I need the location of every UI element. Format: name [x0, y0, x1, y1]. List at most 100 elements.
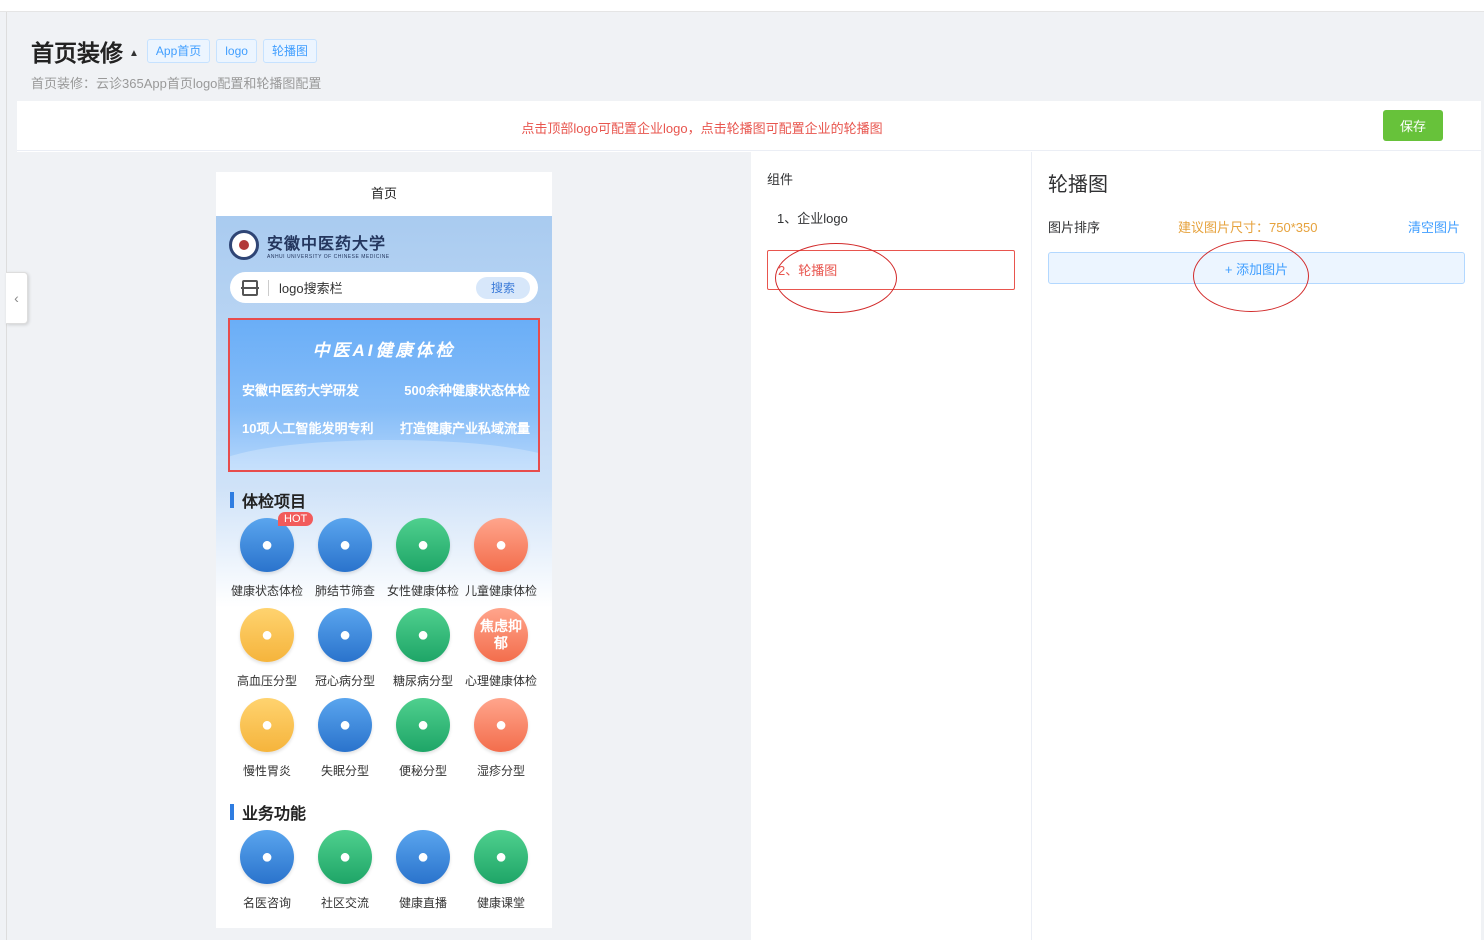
- section-bar: [230, 804, 234, 820]
- grid-item-label: 社区交流: [320, 896, 369, 910]
- grid-item-label: 心理健康体检: [464, 674, 537, 688]
- tag-app-home[interactable]: App首页: [146, 39, 211, 63]
- banner-text: 10项人工智能发明专利: [242, 421, 374, 436]
- business-items-grid: ● 名医咨询 ● 社区交流 ● 健康直播 ● 健康课堂: [228, 826, 540, 916]
- banner-text: 打造健康产业私域流量: [399, 421, 530, 436]
- banner-title: 中医AI健康体检: [312, 341, 456, 360]
- browser-top-strip: [0, 0, 1484, 12]
- settings-panel: 轮播图 图片排序 建议图片尺寸：750*350 清空图片 + 添加图片: [1032, 152, 1481, 940]
- hand-icon: ●: [474, 698, 528, 752]
- grid-item[interactable]: ● 肺结节筛查: [306, 514, 384, 604]
- page-title: 首页装修: [31, 40, 123, 66]
- section-bar: [230, 492, 234, 508]
- components-title: 组件: [767, 172, 794, 187]
- grid-item-label: 女性健康体检: [386, 584, 459, 598]
- grid-item[interactable]: ● 冠心病分型: [306, 604, 384, 694]
- grid-item-label: 健康课堂: [476, 896, 525, 910]
- tag-carousel[interactable]: 轮播图: [262, 39, 317, 63]
- doctor-icon: ●: [240, 830, 294, 884]
- banner-wave-decoration: [230, 440, 538, 470]
- search-divider: [268, 279, 269, 296]
- add-image-button[interactable]: + 添加图片: [1048, 252, 1465, 284]
- phone-preview: 首页 安徽中医药大学 ANHUI UNIVERSITY OF CHINESE M…: [216, 172, 552, 928]
- tag-logo[interactable]: logo: [216, 39, 257, 63]
- search-input[interactable]: logo搜索栏: [279, 278, 476, 297]
- grid-item-label: 便秘分型: [398, 764, 447, 778]
- grid-item-label: 肺结节筛查: [314, 584, 375, 598]
- section-title-text: 体检项目: [242, 494, 307, 511]
- woman-icon: ●: [396, 518, 450, 572]
- grid-item-label: 冠心病分型: [314, 674, 375, 688]
- video-icon: ●: [396, 830, 450, 884]
- grid-item[interactable]: ● 湿疹分型: [462, 694, 540, 784]
- grid-item-label: 健康状态体检: [230, 584, 303, 598]
- grid-item[interactable]: ● 女性健康体检: [384, 514, 462, 604]
- notice-bar: 点击顶部logo可配置企业logo，点击轮播图可配置企业的轮播图 保存: [17, 101, 1481, 151]
- save-button[interactable]: 保存: [1383, 110, 1443, 141]
- grid-item-label: 糖尿病分型: [392, 674, 453, 688]
- editor-panel: 点击顶部logo可配置企业logo，点击轮播图可配置企业的轮播图 保存 首页 安…: [17, 101, 1481, 940]
- grid-item-label: 失眠分型: [320, 764, 369, 778]
- grid-item[interactable]: ● 健康直播: [384, 826, 462, 916]
- blood-drops-icon: ●: [396, 608, 450, 662]
- section-title-text: 业务功能: [242, 806, 307, 823]
- collapse-sidebar-icon[interactable]: ‹: [6, 272, 28, 324]
- clear-images-link[interactable]: 清空图片: [1408, 217, 1460, 236]
- image-sort-label: 图片排序: [1048, 220, 1101, 235]
- banner-text: 500余种健康状态体检: [404, 383, 530, 398]
- page-subtitle: 首页装修：云诊365App首页logo配置和轮播图配置: [31, 76, 322, 91]
- logo-text: 安徽中医药大学: [267, 234, 387, 253]
- sleep-icon: ●: [318, 698, 372, 752]
- image-size-hint: 建议图片尺寸：750*350: [1178, 220, 1318, 235]
- logo-text-block: 安徽中医药大学 ANHUI UNIVERSITY OF CHINESE MEDI…: [267, 230, 390, 260]
- grid-item-label: 名医咨询: [242, 896, 291, 910]
- scan-icon[interactable]: [241, 279, 259, 296]
- component-item-logo[interactable]: 1、企业logo: [767, 199, 1015, 239]
- grid-item[interactable]: ● 健康状态体检 HOT: [228, 512, 314, 604]
- caret-up-icon[interactable]: ▲: [129, 48, 139, 59]
- grid-item[interactable]: ● 便秘分型: [384, 694, 462, 784]
- phone-title: 首页: [216, 172, 552, 216]
- toilet-icon: ●: [396, 698, 450, 752]
- stethoscope-icon: ●: [240, 608, 294, 662]
- health-check-icon: ●: [240, 518, 294, 572]
- grid-item[interactable]: ● 糖尿病分型: [384, 604, 462, 694]
- settings-title: 轮播图: [1048, 174, 1108, 196]
- search-button[interactable]: 搜索: [476, 276, 530, 299]
- banner-line-2: 10项人工智能发明专利 打造健康产业私域流量: [242, 418, 530, 437]
- grid-item[interactable]: ● 失眠分型: [306, 694, 384, 784]
- exam-items-grid: ● 健康状态体检 HOT ● 肺结节筛查 ● 女性健康体检 ● 儿童健康体检 ● 高血压分型 ● 冠心病…: [228, 512, 540, 784]
- grid-item[interactable]: ● 高血压分型: [228, 604, 306, 694]
- phone-body: 安徽中医药大学 ANHUI UNIVERSITY OF CHINESE MEDI…: [216, 216, 552, 928]
- carousel-banner[interactable]: 中医AI健康体检 安徽中医药大学研发 500余种健康状态体检 10项人工智能发明…: [228, 318, 540, 472]
- grid-item[interactable]: ● 慢性胃炎: [228, 694, 306, 784]
- grid-item[interactable]: ● 社区交流: [306, 826, 384, 916]
- anxiety-icon: 焦虑抑郁: [474, 608, 528, 662]
- grid-item-label: 健康直播: [398, 896, 447, 910]
- book-icon: ●: [474, 830, 528, 884]
- university-emblem-icon: [229, 230, 259, 260]
- logo-subtext: ANHUI UNIVERSITY OF CHINESE MEDICINE: [267, 254, 390, 260]
- components-panel: 组件 1、企业logo 2、轮播图: [751, 152, 1032, 940]
- grid-item-label: 高血压分型: [236, 674, 297, 688]
- grid-item-label: 儿童健康体检: [464, 584, 537, 598]
- grid-item[interactable]: 焦虑抑郁心理健康体检: [462, 604, 540, 694]
- search-bar[interactable]: logo搜索栏 搜索: [230, 272, 538, 303]
- grid-item[interactable]: ● 健康课堂: [462, 826, 540, 916]
- section-title-business: 业务功能: [230, 800, 306, 824]
- heart-icon: ●: [318, 608, 372, 662]
- notice-text: 点击顶部logo可配置企业logo，点击轮播图可配置企业的轮播图: [521, 121, 883, 136]
- lungs-icon: ●: [318, 518, 372, 572]
- grid-item[interactable]: ● 名医咨询: [228, 826, 306, 916]
- section-title-exam: 体检项目: [230, 488, 306, 512]
- component-item-carousel[interactable]: 2、轮播图: [767, 250, 1015, 290]
- preview-area: 首页 安徽中医药大学 ANHUI UNIVERSITY OF CHINESE M…: [17, 152, 751, 940]
- company-logo[interactable]: 安徽中医药大学 ANHUI UNIVERSITY OF CHINESE MEDI…: [229, 230, 390, 260]
- child-icon: ●: [474, 518, 528, 572]
- banner-line-1: 安徽中医药大学研发 500余种健康状态体检: [242, 380, 530, 399]
- community-icon: ●: [318, 830, 372, 884]
- stomach-icon: ●: [240, 698, 294, 752]
- grid-item[interactable]: ● 儿童健康体检: [462, 514, 540, 604]
- grid-item-label: 湿疹分型: [476, 764, 525, 778]
- banner-text: 安徽中医药大学研发: [242, 383, 360, 398]
